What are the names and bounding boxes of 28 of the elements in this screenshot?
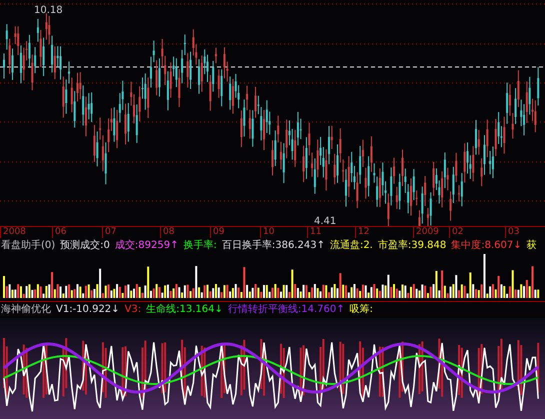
indicator-value: 看盘助手(0) xyxy=(1,238,56,253)
date-axis-label: 11 xyxy=(307,227,322,238)
date-axis-label: 12 xyxy=(355,227,370,238)
indicator-value: 成交:89259↑ xyxy=(114,238,178,253)
date-axis-label: 03 xyxy=(505,227,520,238)
date-axis-label: 06 xyxy=(52,227,66,238)
date-axis-label: 2009 xyxy=(413,227,439,238)
indicator-value: 换手率: xyxy=(183,238,217,253)
indicator-value: 预测成交:0 xyxy=(60,238,110,253)
low-price-label: 4.41 xyxy=(314,216,336,226)
date-axis-label: 10 xyxy=(260,227,274,238)
indicator-value: 百日换手率:386.243↑ xyxy=(222,238,325,253)
indicator-value: 流通盘:2. xyxy=(330,238,373,253)
date-axis-label: 02 xyxy=(449,227,464,238)
date-axis-label: 08 xyxy=(160,227,174,238)
indicator-value: 获 xyxy=(526,238,537,253)
indicator-value: 行情转折平衡线:14.760↑ xyxy=(228,302,345,317)
indicator-value: 吸筹: xyxy=(350,303,374,317)
indicator-value: 市盈率:39.848 xyxy=(378,238,446,253)
date-axis-label: 07 xyxy=(102,227,116,238)
date-axis-label: 09 xyxy=(210,227,224,238)
date-axis-label: 2008 xyxy=(0,227,26,238)
indicator-value: 海神偷优化 xyxy=(1,302,51,317)
indicator-value: V1:-10.922↓ xyxy=(56,303,120,317)
indicator-value: 生命线:13.164↓ xyxy=(146,302,223,317)
high-price-label: 10.18 xyxy=(34,5,63,16)
indicator-value: 集中度:8.607↓ xyxy=(451,238,522,253)
indicator-value: V3: xyxy=(124,303,142,317)
